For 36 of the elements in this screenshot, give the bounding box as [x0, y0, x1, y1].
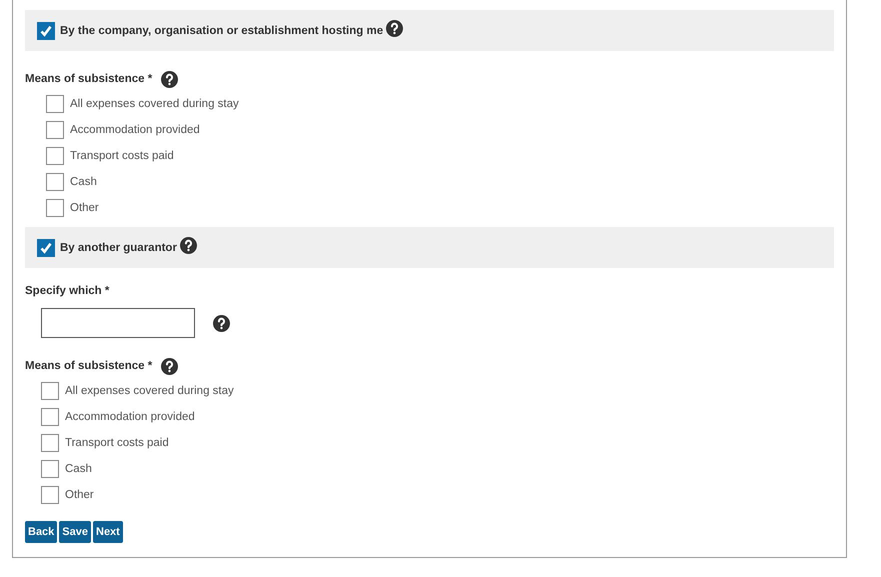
- nav-button[interactable]: Save: [59, 521, 91, 543]
- checkbox[interactable]: [41, 460, 59, 478]
- option-label: Cash: [70, 176, 97, 188]
- checkbox[interactable]: [37, 238, 55, 256]
- checkbox[interactable]: [46, 147, 64, 165]
- nav-button[interactable]: Back: [25, 521, 58, 543]
- section-title: By the company, organisation or establishment hosting me: [60, 24, 384, 36]
- help-icon[interactable]: [161, 70, 178, 88]
- option-label: Cash: [65, 463, 92, 475]
- help-icon[interactable]: [386, 20, 404, 36]
- checkbox[interactable]: [46, 121, 64, 139]
- option-label: Other: [70, 202, 99, 214]
- help-icon[interactable]: [180, 236, 197, 254]
- checkbox[interactable]: [41, 486, 59, 504]
- option-label: Transport costs paid: [70, 150, 174, 162]
- checkbox[interactable]: [46, 95, 64, 113]
- checkbox[interactable]: [41, 382, 59, 400]
- option-label: Transport costs paid: [65, 437, 169, 449]
- checkbox[interactable]: [41, 434, 59, 452]
- option-label: Other: [65, 489, 94, 501]
- checkbox[interactable]: [46, 199, 64, 217]
- option-label: Accommodation provided: [65, 411, 195, 423]
- checkbox[interactable]: [46, 173, 64, 191]
- checkbox[interactable]: [41, 408, 59, 426]
- option-label: All expenses covered during stay: [65, 385, 234, 397]
- field-label: Means of subsistence *: [25, 360, 152, 372]
- input-field[interactable]: [41, 308, 195, 338]
- checkbox[interactable]: [37, 22, 55, 40]
- field-label: Means of subsistence *: [25, 73, 152, 85]
- section-title: By another guarantor: [60, 242, 177, 254]
- help-icon[interactable]: [161, 358, 178, 374]
- option-label: All expenses covered during stay: [70, 98, 239, 110]
- field-label: Specify which *: [25, 285, 110, 297]
- help-icon[interactable]: [213, 314, 230, 332]
- nav-button[interactable]: Next: [93, 521, 123, 543]
- option-label: Accommodation provided: [70, 124, 200, 136]
